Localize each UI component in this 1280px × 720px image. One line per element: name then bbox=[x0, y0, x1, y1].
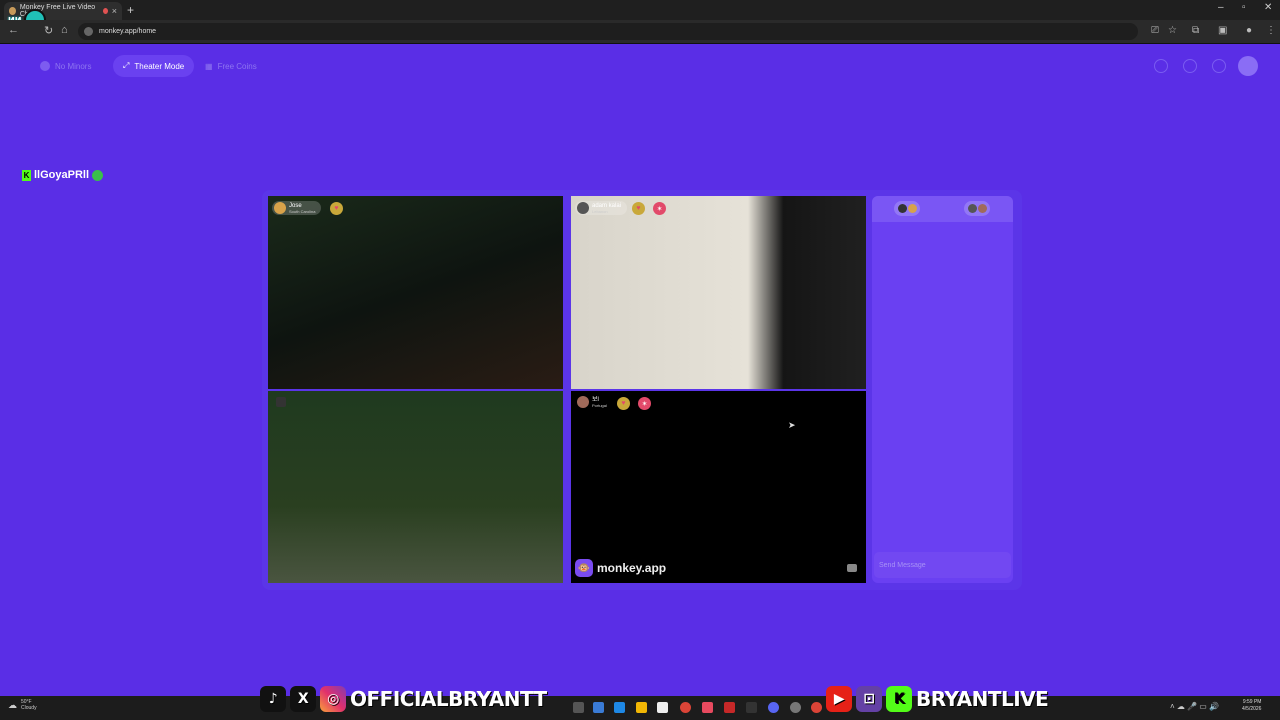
minimize-icon[interactable]: – bbox=[1218, 2, 1224, 13]
cast-icon[interactable]: ⎚ bbox=[1151, 25, 1159, 36]
copilot-icon[interactable] bbox=[593, 702, 604, 713]
no-minors-icon bbox=[40, 61, 50, 71]
streamer-name: llGoyaPRll bbox=[34, 169, 90, 181]
video-tile-self[interactable] bbox=[268, 391, 563, 583]
no-minors-button[interactable]: No Minors bbox=[30, 55, 101, 77]
chat-placeholder: Send Message bbox=[879, 561, 926, 569]
social-overlay-left: ♪ X ◎ OFFICIALBRYANTT bbox=[260, 684, 547, 714]
instagram-icon: ◎ bbox=[320, 686, 346, 712]
avatar bbox=[577, 396, 589, 408]
video-tile-portugal[interactable]: 보l Portugal ♥ ✶ bbox=[571, 391, 866, 583]
heart-icon[interactable]: ♥ bbox=[632, 202, 645, 215]
obs-icon[interactable] bbox=[790, 702, 801, 713]
camera-icon[interactable] bbox=[276, 397, 286, 407]
user-location: South Carolina bbox=[289, 208, 316, 214]
video-tile-adam[interactable]: adam kalai Lebanon ♥ ✶ bbox=[571, 196, 866, 389]
expand-icon: ⤢ bbox=[123, 61, 130, 70]
free-coins-label: Free Coins bbox=[217, 61, 257, 71]
tiktok-icon: ♪ bbox=[260, 686, 286, 712]
avatar bbox=[897, 204, 907, 213]
user-name: adam kalai bbox=[592, 202, 622, 209]
cloud-icon: ☁ bbox=[8, 699, 17, 710]
avatar bbox=[967, 204, 977, 213]
notifications-icon[interactable] bbox=[1212, 59, 1226, 73]
close-window-icon[interactable]: ✕ bbox=[1264, 2, 1272, 13]
weather-widget[interactable]: ☁ 50°F Cloudy bbox=[8, 699, 37, 711]
heart-icon[interactable]: ♥ bbox=[330, 202, 343, 215]
url-field[interactable]: monkey.app/home bbox=[78, 23, 1138, 40]
theater-mode-label: Theater Mode bbox=[134, 61, 185, 71]
weather-desc: Cloudy bbox=[21, 705, 37, 711]
brand-name: monkey.app bbox=[597, 561, 667, 575]
clock-time: 9:59 PM bbox=[1242, 699, 1262, 705]
extensions-icon[interactable]: ⧉ bbox=[1192, 25, 1199, 36]
bookmark-star-icon[interactable]: ☆ bbox=[1168, 25, 1177, 36]
no-minors-label: No Minors bbox=[55, 61, 92, 71]
chrome-icon[interactable] bbox=[680, 702, 691, 713]
social-overlay-right: ▶ ⊡ K BRYANTLIVE bbox=[826, 684, 1049, 714]
user-avatar[interactable] bbox=[1238, 56, 1258, 76]
streamer-tag: K llGoyaPRll bbox=[22, 169, 104, 181]
chat-participant-avatars[interactable] bbox=[894, 201, 920, 216]
user-location: Lebanon bbox=[592, 208, 608, 214]
heart-icon[interactable]: ♥ bbox=[617, 397, 630, 410]
history-icon[interactable] bbox=[1183, 59, 1197, 73]
chat-panel bbox=[872, 196, 1013, 583]
coins-icon: ▦ bbox=[205, 61, 213, 71]
store-icon[interactable] bbox=[657, 702, 668, 713]
instagram-handle: OFFICIALBRYANTT bbox=[350, 687, 547, 711]
monkey-app-watermark: 🐵 monkey.app bbox=[575, 559, 666, 577]
kick-icon: K bbox=[22, 169, 31, 181]
youtube-icon: ▶ bbox=[826, 686, 852, 712]
reaction-icon[interactable]: ✶ bbox=[638, 397, 651, 410]
taskbar-clock[interactable]: 9:59 PM 4/5/2026 bbox=[1242, 699, 1261, 713]
globe-icon bbox=[92, 169, 104, 181]
back-icon[interactable]: ← bbox=[8, 24, 19, 36]
edge-icon[interactable] bbox=[614, 702, 625, 713]
coins-balance-icon[interactable] bbox=[1154, 59, 1168, 73]
chrome-icon[interactable] bbox=[811, 702, 822, 713]
task-view-icon[interactable] bbox=[573, 702, 584, 713]
kick-icon: K bbox=[886, 686, 912, 712]
kick-handle: BRYANTLIVE bbox=[916, 687, 1049, 711]
mouse-cursor-icon: ➤ bbox=[788, 420, 796, 430]
user-label[interactable]: Jose South Carolina bbox=[272, 201, 322, 215]
chat-participant-avatars[interactable] bbox=[964, 201, 990, 216]
terminal-icon[interactable] bbox=[746, 702, 757, 713]
twitch-icon: ⊡ bbox=[856, 686, 882, 712]
browser-tab-bar bbox=[0, 0, 1280, 20]
sidepanel-icon[interactable]: ▣ bbox=[1218, 25, 1227, 36]
discord-icon[interactable] bbox=[768, 702, 779, 713]
avatar bbox=[977, 204, 987, 213]
send-message-input[interactable]: Send Message bbox=[874, 552, 1011, 578]
user-label[interactable]: adam kalai Lebanon bbox=[575, 201, 628, 215]
video-tile-jose[interactable]: Jose South Carolina ♥ bbox=[268, 196, 563, 389]
avatar bbox=[577, 202, 589, 214]
system-tray-icons[interactable]: ˄ ☁ 🎤 ▭ 🔊 bbox=[1170, 702, 1219, 711]
url-text: monkey.app/home bbox=[99, 28, 157, 35]
avatar bbox=[907, 204, 917, 213]
file-explorer-icon[interactable] bbox=[636, 702, 647, 713]
recording-icon bbox=[102, 8, 108, 14]
monkey-icon: 🐵 bbox=[575, 559, 593, 577]
app-icon[interactable] bbox=[702, 702, 713, 713]
avatar bbox=[274, 202, 286, 214]
profile-icon[interactable]: ● bbox=[1246, 25, 1252, 36]
site-info-icon[interactable] bbox=[84, 27, 93, 36]
clock-date: 4/5/2026 bbox=[1242, 706, 1262, 712]
maximize-icon[interactable]: ▫ bbox=[1242, 2, 1246, 13]
theater-mode-button[interactable]: ⤢ Theater Mode bbox=[113, 55, 195, 77]
free-coins-button[interactable]: ▦ Free Coins bbox=[195, 55, 267, 77]
app-icon[interactable] bbox=[724, 702, 735, 713]
reaction-icon[interactable]: ✶ bbox=[653, 202, 666, 215]
more-options-icon[interactable] bbox=[847, 564, 857, 572]
close-tab-icon[interactable]: × bbox=[112, 6, 117, 16]
new-tab-icon[interactable]: + bbox=[127, 3, 134, 17]
reload-icon[interactable]: ↻ bbox=[44, 24, 53, 37]
menu-icon[interactable]: ⋮ bbox=[1266, 25, 1276, 36]
user-label[interactable]: 보l Portugal bbox=[575, 395, 613, 409]
home-icon[interactable]: ⌂ bbox=[61, 24, 68, 36]
user-location: Portugal bbox=[592, 402, 607, 408]
x-icon: X bbox=[290, 686, 316, 712]
